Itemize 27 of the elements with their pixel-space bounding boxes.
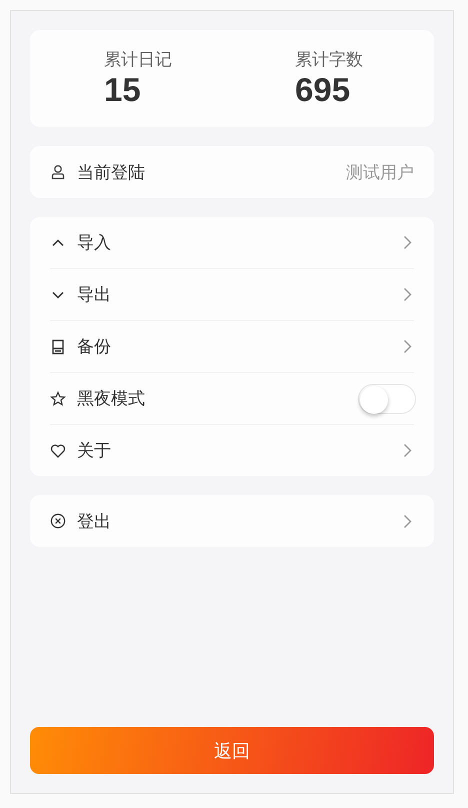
account-name: 测试用户 (346, 162, 414, 184)
user-icon (50, 164, 66, 180)
chevron-right-icon (403, 287, 412, 302)
menu-item[interactable]: 导出 (30, 269, 434, 320)
stat-label: 累计日记 (104, 49, 172, 71)
account-label: 当前登陆 (77, 162, 146, 184)
chevron-right-icon (403, 514, 412, 528)
menu-label: 导出 (77, 284, 112, 306)
menu-item[interactable]: 导入 (30, 217, 434, 268)
stat-label: 累计字数 (295, 49, 363, 71)
logout-label: 登出 (77, 510, 112, 532)
star-icon (50, 390, 66, 406)
menu-item[interactable]: 关于 (30, 425, 434, 476)
chevron-right-icon (403, 339, 412, 354)
menu-label: 黑夜模式 (77, 388, 146, 410)
chevron-right-icon (403, 443, 412, 458)
menu-item[interactable]: 备份 (30, 321, 434, 372)
close-circle-icon (50, 513, 66, 529)
heart-icon (50, 442, 66, 458)
menu-label: 导入 (77, 232, 112, 254)
menu-label: 关于 (77, 440, 112, 462)
stat-value: 15 (104, 71, 141, 109)
dark-mode-switch[interactable] (358, 384, 416, 414)
chevron-right-icon (403, 235, 412, 250)
menu-label: 备份 (77, 336, 112, 358)
logout-item[interactable]: 登出 (30, 495, 434, 547)
stat-value: 695 (295, 71, 350, 109)
